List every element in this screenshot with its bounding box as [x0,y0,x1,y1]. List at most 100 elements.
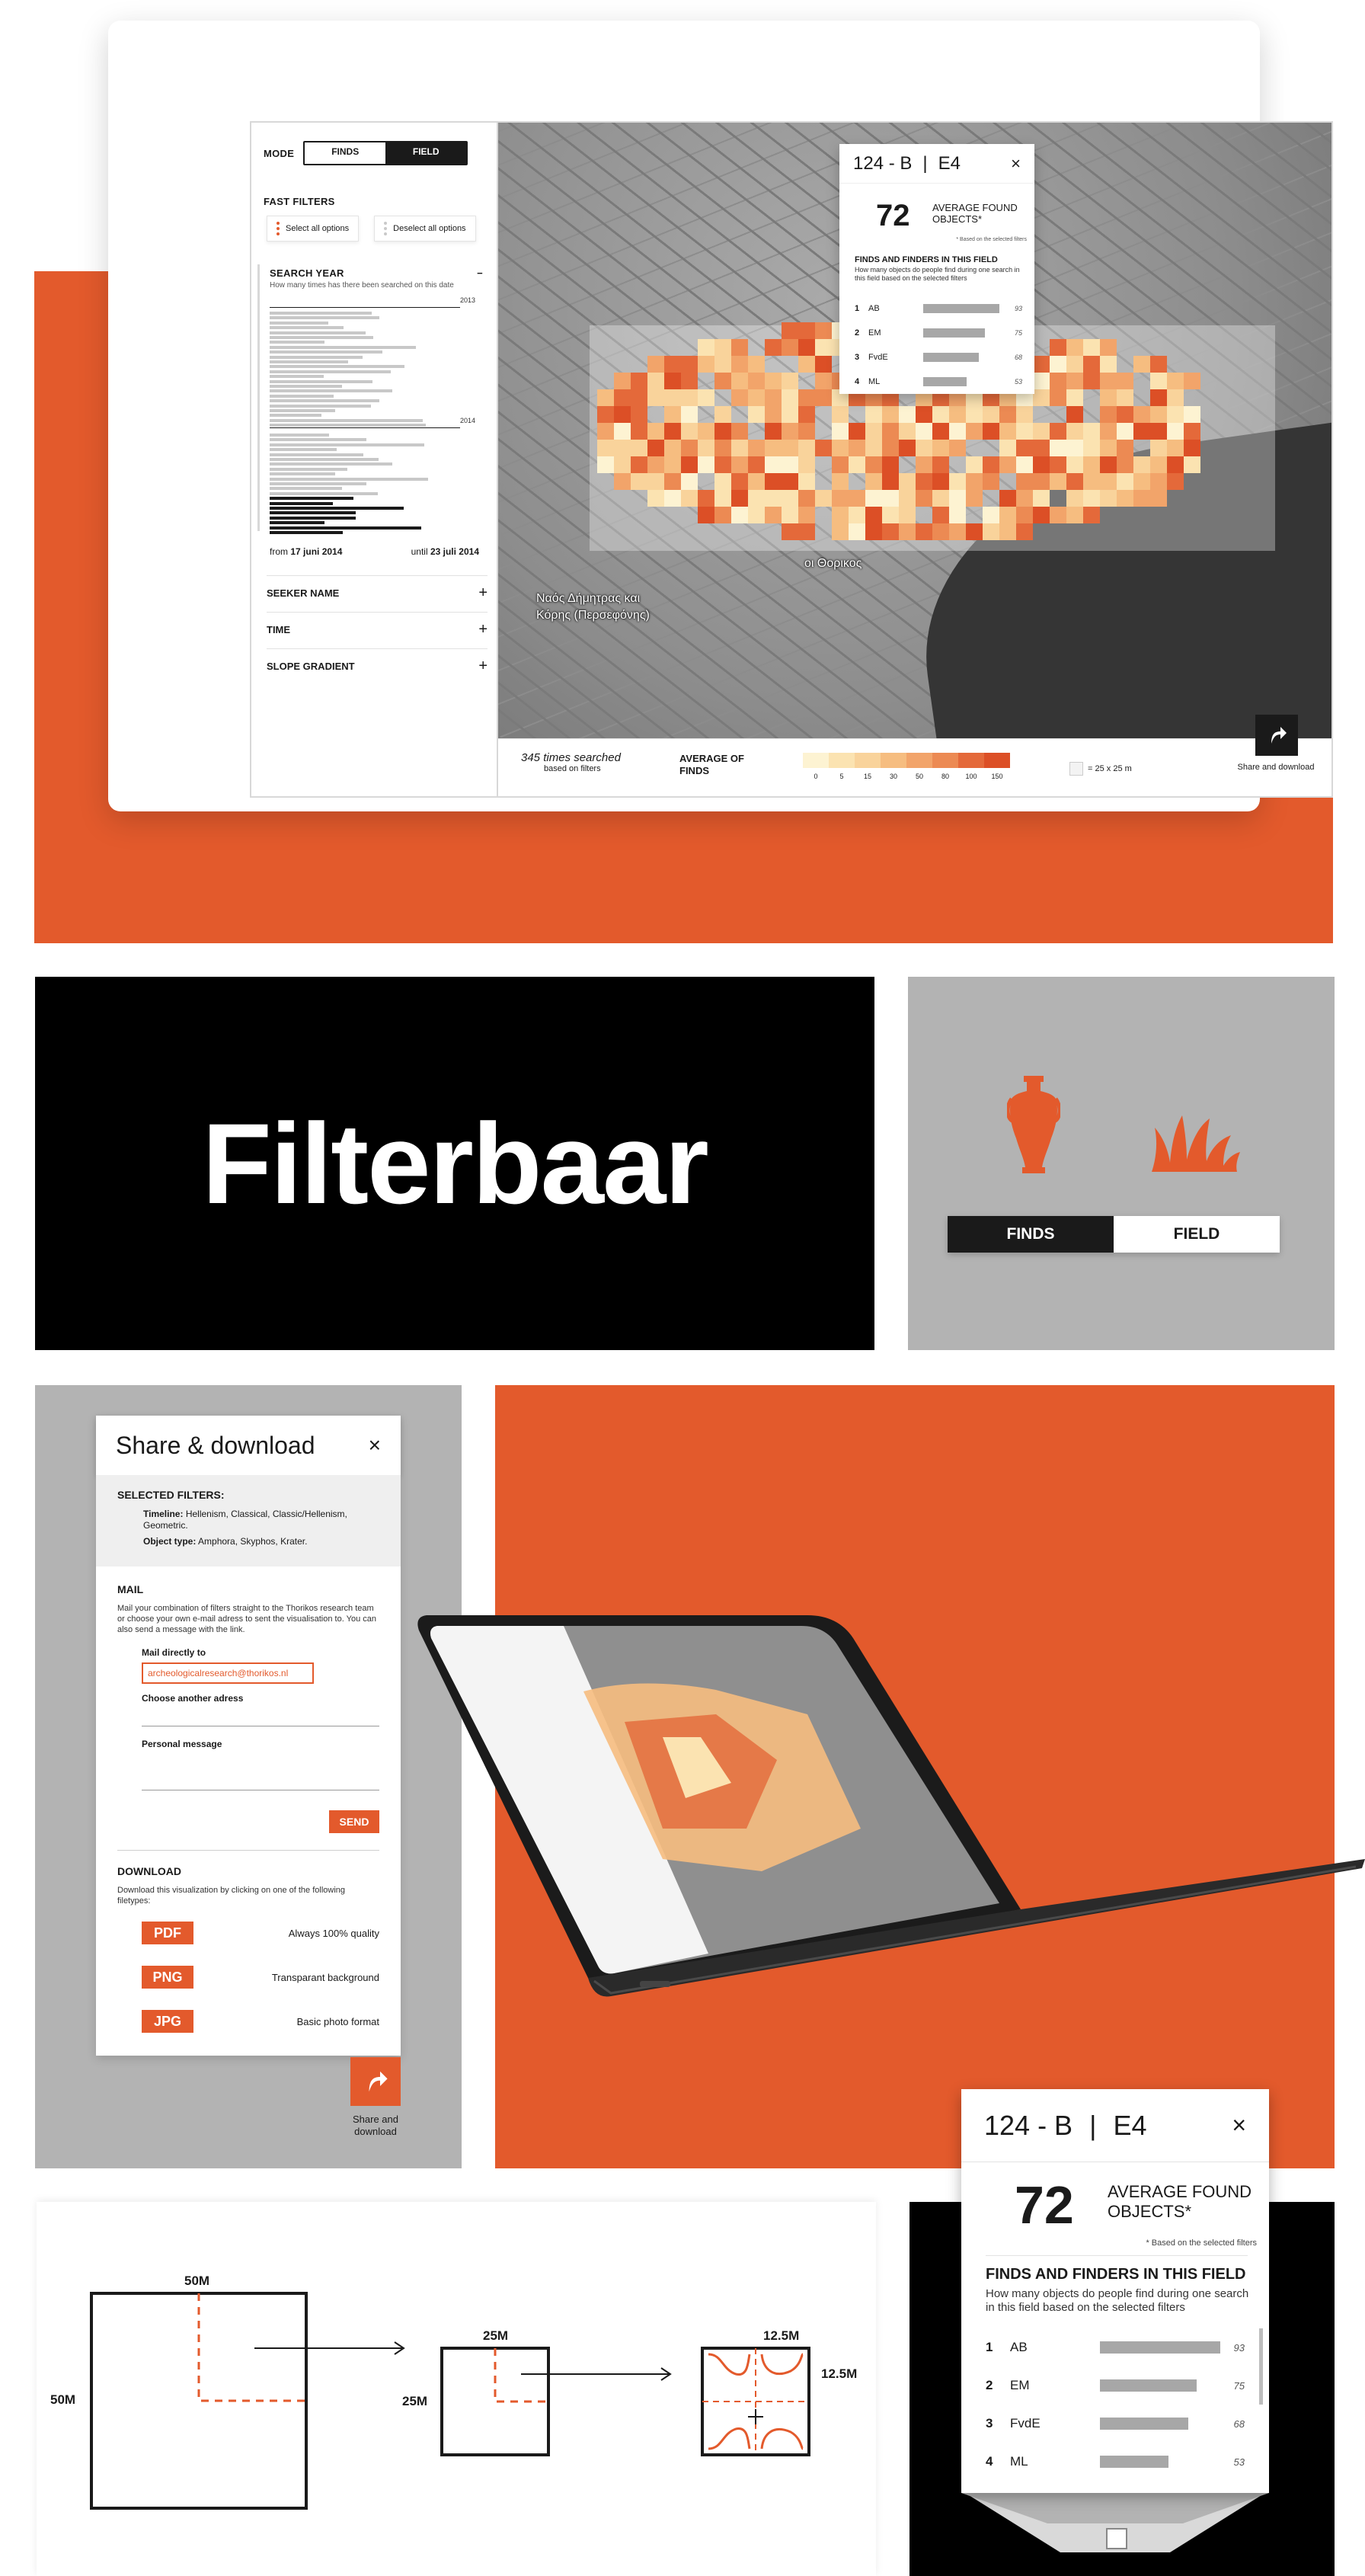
heatmap-cell[interactable] [698,440,714,456]
heatmap-cell[interactable] [1016,490,1033,507]
heatmap-cell[interactable] [698,423,714,440]
heatmap-cell[interactable] [714,373,731,389]
heatmap-cell[interactable] [765,456,782,473]
filter-time[interactable]: TIME + [267,612,488,647]
heatmap-cell[interactable] [698,389,714,406]
histogram-bar[interactable] [270,467,347,471]
share-arrow-icon[interactable] [350,2057,401,2106]
heatmap-cell[interactable] [815,440,832,456]
heatmap-cell[interactable] [932,507,949,523]
heatmap-cell[interactable] [1066,339,1083,356]
heatmap-cell[interactable] [1033,389,1050,406]
heatmap-cell[interactable] [1100,389,1117,406]
heatmap-cell[interactable] [698,339,714,356]
heatmap-cell[interactable] [714,507,731,523]
histogram-bar[interactable] [270,482,366,485]
heatmap-cell[interactable] [949,507,966,523]
heatmap-cell[interactable] [681,456,698,473]
heatmap-cell[interactable] [983,423,999,440]
heatmap-cell[interactable] [1117,473,1133,490]
heatmap-cell[interactable] [865,507,882,523]
heatmap-cell[interactable] [765,373,782,389]
heatmap-cell[interactable] [815,339,832,356]
heatmap-cell[interactable] [782,322,798,339]
heatmap-cell[interactable] [916,456,932,473]
heatmap-cell[interactable] [1150,440,1167,456]
finder-row[interactable]: 1 AB 93 [986,2328,1245,2366]
heatmap-cell[interactable] [1100,423,1117,440]
heatmap-cell[interactable] [1150,389,1167,406]
heatmap-cell[interactable] [916,490,932,507]
heatmap-cell[interactable] [1150,456,1167,473]
heatmap-cell[interactable] [1016,523,1033,540]
heatmap-cell[interactable] [1083,490,1100,507]
heatmap-cell[interactable] [932,406,949,423]
heatmap-cell[interactable] [731,373,748,389]
heatmap-cell[interactable] [849,507,865,523]
heatmap-cell[interactable] [1033,456,1050,473]
heatmap-cell[interactable] [882,406,899,423]
heatmap-cell[interactable] [1133,473,1150,490]
heatmap-cell[interactable] [999,507,1016,523]
heatmap-cell[interactable] [765,389,782,406]
heatmap-cell[interactable] [731,440,748,456]
heatmap-cell[interactable] [999,423,1016,440]
histogram-bar[interactable] [270,316,379,320]
histogram-bar[interactable] [270,399,379,403]
heatmap-cell[interactable] [714,473,731,490]
heatmap-cell[interactable] [865,490,882,507]
histogram-bar[interactable] [270,345,416,349]
heatmap-cell[interactable] [664,490,681,507]
heatmap-cell[interactable] [815,389,832,406]
heatmap-cell[interactable] [647,356,664,373]
histogram-bar[interactable] [270,507,404,510]
heatmap-cell[interactable] [999,456,1016,473]
scrollbar[interactable] [1259,2328,1263,2405]
heatmap-cell[interactable] [798,423,815,440]
heatmap-cell[interactable] [1050,507,1066,523]
heatmap-cell[interactable] [1016,440,1033,456]
heatmap-cell[interactable] [882,473,899,490]
tab-field[interactable]: FIELD [385,142,467,164]
heatmap-cell[interactable] [1050,440,1066,456]
heatmap-cell[interactable] [1083,507,1100,523]
heatmap-cell[interactable] [1117,406,1133,423]
histogram-bar[interactable] [270,379,372,383]
histogram-bar[interactable] [270,312,372,315]
heatmap-cell[interactable] [631,389,647,406]
heatmap-cell[interactable] [999,523,1016,540]
heatmap-cell[interactable] [916,523,932,540]
heatmap-cell[interactable] [882,440,899,456]
heatmap-cell[interactable] [1066,389,1083,406]
heatmap-cell[interactable] [1016,507,1033,523]
histogram-bar[interactable] [270,458,379,461]
histogram-bar[interactable] [270,487,342,491]
heatmap-cell[interactable] [748,456,765,473]
heatmap-cell[interactable] [1066,406,1083,423]
heatmap-cell[interactable] [849,423,865,440]
heatmap-cell[interactable] [1167,456,1184,473]
histogram-bar[interactable] [270,394,334,398]
histogram-bar[interactable] [270,365,404,369]
heatmap-cell[interactable] [1184,423,1200,440]
finder-row[interactable]: 4 ML 53 [855,370,1022,394]
heatmap-cell[interactable] [899,473,916,490]
heatmap-cell[interactable] [597,440,614,456]
heatmap-cell[interactable] [966,423,983,440]
heatmap-cell[interactable] [782,389,798,406]
heatmap-cell[interactable] [899,440,916,456]
heatmap-cell[interactable] [916,440,932,456]
heatmap-cell[interactable] [832,523,849,540]
download-pdf[interactable]: PDF Always 100% quality [142,1922,379,1944]
heatmap-cell[interactable] [882,456,899,473]
heatmap-cell[interactable] [1150,490,1167,507]
heatmap-cell[interactable] [597,406,614,423]
heatmap-cell[interactable] [798,456,815,473]
heatmap-cell[interactable] [832,490,849,507]
heatmap-cell[interactable] [1117,440,1133,456]
heatmap-cell[interactable] [748,373,765,389]
filter-slope-gradient[interactable]: SLOPE GRADIENT + [267,648,488,683]
heatmap-cell[interactable] [849,440,865,456]
histogram-bar[interactable] [270,350,382,354]
heatmap-cell[interactable] [631,373,647,389]
